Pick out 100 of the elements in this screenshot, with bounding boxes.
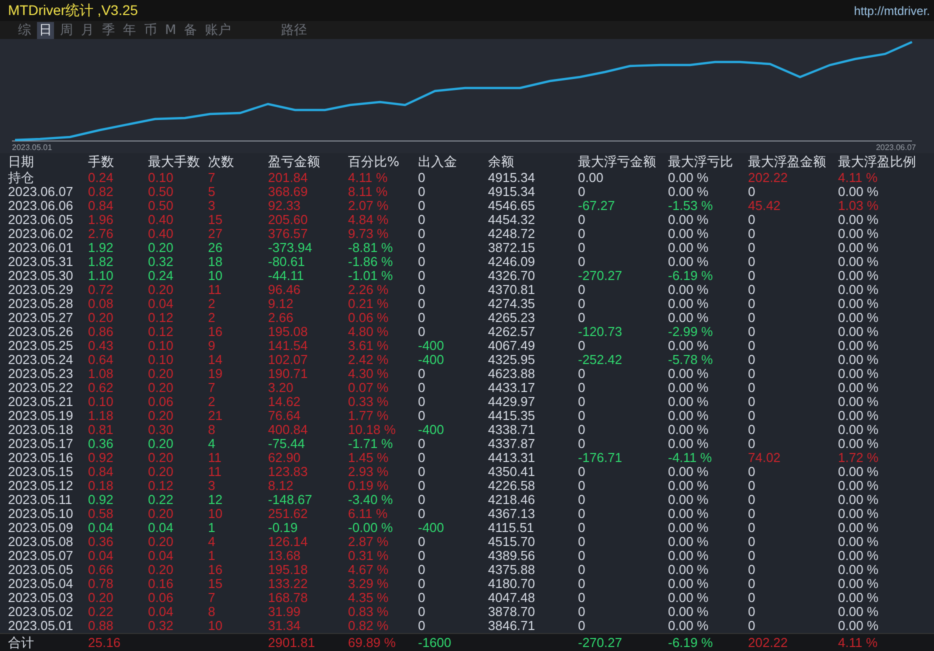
tab[interactable]: 账户 [203,22,234,39]
column-header: 最大浮盈比例 [838,155,917,171]
table-cell-text: 0.50 [148,185,174,199]
table-cell-text: 141.54 [268,339,309,353]
table-cell-text: 0.00 % [838,213,880,227]
table-cell-text: 27 [208,227,224,241]
table-cell-text: 0.31 % [348,549,390,563]
table-cell-text: -400 [418,521,446,535]
table-cell-text: 0 [418,185,426,199]
table-cell-text: 0.00 % [838,297,880,311]
date-cell-text: 2023.05.31 [8,255,74,269]
table-cell-text: 0.43 [88,339,114,353]
table-cell-text: -1.86 % [348,255,394,269]
table-cell-text: 0.78 [88,577,114,591]
table-cell-text: 1 [208,521,216,535]
table-cell-text: 18 [208,255,224,269]
table-cell-text: 0 [418,605,426,619]
table-cell-text: 0 [748,325,756,339]
table-cell-text: 96.46 [268,283,302,297]
table-cell-text: 92.33 [268,199,302,213]
table-cell-text: 0.12 [148,311,174,325]
table-cell-text: 0.00 % [838,353,880,367]
table-cell-text: 1.10 [88,269,114,283]
date-cell-text: 2023.05.28 [8,297,74,311]
total-cell-text: -1600 [418,634,452,651]
table-cell-text: 0.20 [148,409,174,423]
table-cell-text: 0.00 % [838,493,880,507]
table-cell-text: 0.40 [148,227,174,241]
total-cell-text: 2901.81 [268,634,316,651]
table-cell-text: 8.12 [268,479,294,493]
date-cell-text: 2023.05.09 [8,521,74,535]
table-cell-text: 0 [748,465,756,479]
tab[interactable]: 综 [16,22,33,39]
table-cell-text: 4265.23 [488,311,536,325]
website-link[interactable]: http://mtdriver. [854,4,934,18]
tab[interactable]: 日 [37,22,54,39]
tab[interactable]: 币 [142,22,159,39]
table-cell-text: 0.20 [148,437,174,451]
table-cell-text: 4.35 % [348,591,390,605]
total-cell-text: 69.89 % [348,634,397,651]
date-cell-text: 2023.06.02 [8,227,74,241]
table-cell-text: 0.16 [148,577,174,591]
table-cell-text: 4375.88 [488,563,536,577]
table-cell-text: 0.83 % [348,605,390,619]
table-cell-text: 0.18 [88,479,114,493]
table-cell-text: 0 [748,311,756,325]
table-cell-text: 74.02 [748,451,782,465]
tab[interactable]: 年 [121,22,138,39]
table-cell-text: 0.81 [88,423,114,437]
date-cell-text: 2023.05.19 [8,409,74,423]
tab[interactable]: M [163,22,178,39]
table-cell-text: 0.00 % [668,241,710,255]
table-cell-text: 0 [418,199,426,213]
tab[interactable]: 季 [100,22,117,39]
tab[interactable]: 路径 [279,22,310,39]
table-cell-text: 0 [748,493,756,507]
table-cell-text: 0.00 % [838,521,880,535]
table-cell-text: 0.00 % [838,395,880,409]
tab[interactable]: 月 [79,22,96,39]
table-cell-text: 0.00 % [668,507,710,521]
table-cell-text: -3.40 % [348,493,394,507]
table-cell-text: 1.03 % [838,199,880,213]
table-cell-text: 0.20 [88,311,114,325]
table-cell-text: 195.18 [268,563,309,577]
date-cell-text: 2023.05.26 [8,325,74,339]
table-cell-text: 0.10 [148,171,174,185]
tab[interactable]: 周 [58,22,75,39]
table-cell-text: 0.20 [148,507,174,521]
table-cell-text: 0.20 [148,563,174,577]
table-cell-text: 0.00 % [668,423,710,437]
table-cell-text: 133.22 [268,577,309,591]
tab[interactable]: 备 [182,22,200,39]
table-cell-text: 0.00 % [668,535,710,549]
table-cell-text: 0.21 % [348,297,390,311]
table-cell-text: 31.34 [268,619,302,633]
table-cell-text: 4413.31 [488,451,536,465]
table-cell-text: 4.11 % [838,171,879,185]
table-cell-text: -270.27 [578,269,624,283]
table-cell-text: 0.00 % [838,367,880,381]
table-cell-text: -4.11 % [668,451,713,465]
table-cell-text: 0.33 % [348,395,390,409]
total-cell-text: 4.11 % [838,634,879,651]
table-cell-text: 4.11 % [348,171,389,185]
table-cell-text: 3846.71 [488,619,536,633]
table-cell-text: -252.42 [578,353,624,367]
table-cell-text: -8.81 % [348,241,394,255]
table-cell-text: 0 [418,619,426,633]
date-cell-text: 持仓 [8,171,35,185]
table-cell-text: 0.00 % [838,577,880,591]
date-cell-text: 2023.05.18 [8,423,74,437]
table-cell-text: 0 [418,381,426,395]
table-cell-text: 0.06 % [348,311,390,325]
table-cell-text: 4370.81 [488,283,536,297]
table-cell-text: 0.86 [88,325,114,339]
table-cell-text: 4 [208,437,216,451]
table-cell-text: 0.00 % [668,255,710,269]
table-cell-text: 14 [208,353,224,367]
table-cell-text: 4246.09 [488,255,536,269]
table-cell-text: 45.42 [748,199,782,213]
table-cell-text: 0 [418,535,426,549]
